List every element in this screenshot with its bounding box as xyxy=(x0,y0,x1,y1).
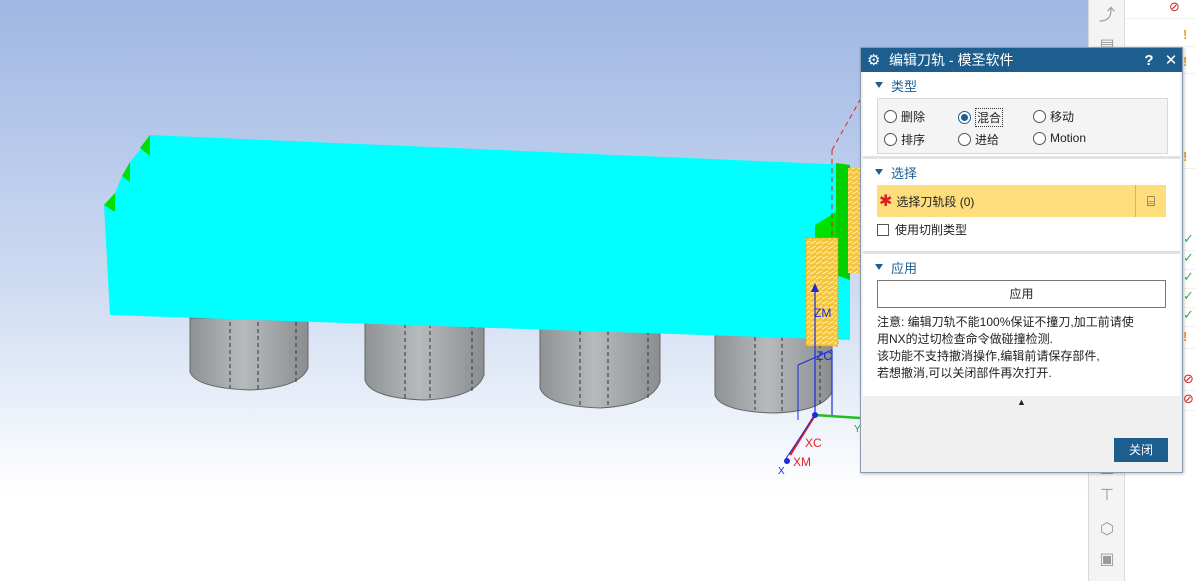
note-line: 若想撤消,可以关闭部件再次打开. xyxy=(877,366,1052,380)
note-text: 注意: 编辑刀轨不能100%保证不撞刀,加工前请使 用NX的过切检查命令做碰撞检… xyxy=(863,308,1180,388)
error-icon: ⊘ xyxy=(1183,371,1194,386)
part-block[interactable] xyxy=(104,135,862,347)
type-group: 类型 删除 混合 移动 排序 进给 Motion xyxy=(863,72,1180,156)
xm-axis-label: XM xyxy=(793,455,811,469)
zm-axis-label: ZM xyxy=(814,306,831,320)
close-button[interactable]: 关闭 xyxy=(1114,438,1168,462)
orient-icon[interactable]: ⤴ xyxy=(1095,4,1119,28)
note-line: 该功能不支持撤消操作,编辑前请保存部件, xyxy=(877,349,1100,363)
check-icon: ✓ xyxy=(1183,269,1194,284)
dialog-titlebar[interactable]: ⚙ 编辑刀轨 - 模圣软件 ? ✕ xyxy=(861,48,1182,72)
select-group-title: 选择 xyxy=(891,165,918,181)
tree-row[interactable]: ! xyxy=(1125,28,1195,47)
machine-icon[interactable]: ▣ xyxy=(1095,548,1119,572)
warning-icon: ! xyxy=(1183,329,1188,344)
radio-feed[interactable]: 进给 xyxy=(958,131,999,148)
apply-group: 应用 应用 注意: 编辑刀轨不能100%保证不撞刀,加工前请使 用NX的过切检查… xyxy=(863,254,1180,396)
warning-icon: ! xyxy=(1183,149,1188,164)
note-line: 注意: 编辑刀轨不能100%保证不撞刀,加工前请使 xyxy=(877,315,1134,329)
gear-icon: ⚙ xyxy=(867,52,881,69)
radio-motion[interactable]: Motion xyxy=(1033,131,1086,145)
part-icon[interactable]: ⬡ xyxy=(1095,518,1119,542)
check-icon: ✓ xyxy=(1183,307,1194,322)
tool-icon[interactable]: ⊤ xyxy=(1095,484,1119,508)
radio-mix[interactable]: 混合 xyxy=(958,108,1004,127)
use-cut-type-label: 使用切削类型 xyxy=(895,223,968,237)
warning-icon: ! xyxy=(1183,27,1188,42)
select-group: 选择 ✱ 选择刀轨段 (0) ⌸ 使用切削类型 xyxy=(863,159,1180,251)
tree-row[interactable]: ⊘ xyxy=(1125,0,1195,19)
note-line: 用NX的过切检查命令做碰撞检测. xyxy=(877,332,1054,346)
checkbox-box[interactable] xyxy=(877,223,889,236)
apply-button[interactable]: 应用 xyxy=(877,280,1166,308)
required-star-icon: ✱ xyxy=(879,193,893,210)
apply-group-header[interactable]: 应用 xyxy=(863,254,1180,280)
type-options: 删除 混合 移动 排序 进给 Motion xyxy=(877,98,1168,154)
error-icon: ⊘ xyxy=(1169,0,1180,14)
radio-delete[interactable]: 删除 xyxy=(884,108,925,125)
select-toolpath-segment[interactable]: ✱ 选择刀轨段 (0) ⌸ xyxy=(877,185,1166,217)
radio-move[interactable]: 移动 xyxy=(1033,108,1074,125)
x-axis-label: X xyxy=(778,466,785,477)
error-icon: ⊘ xyxy=(1183,391,1194,406)
dialog-title: 编辑刀轨 - 模圣软件 xyxy=(889,52,1014,68)
check-icon: ✓ xyxy=(1183,231,1194,246)
collapse-triangle-icon xyxy=(875,82,883,88)
zc-axis-label: ZC xyxy=(816,349,832,363)
check-icon: ✓ xyxy=(1183,250,1194,265)
collapse-triangle-icon xyxy=(875,169,883,175)
xc-axis-label: XC xyxy=(805,436,822,450)
radio-sort[interactable]: 排序 xyxy=(884,131,925,148)
check-icon: ✓ xyxy=(1183,288,1194,303)
dialog-close-button[interactable]: ✕ xyxy=(1160,51,1182,69)
apply-group-title: 应用 xyxy=(891,260,918,276)
select-toolpath-label: 选择刀轨段 (0) xyxy=(896,194,975,209)
warning-icon: ! xyxy=(1183,54,1188,69)
edit-toolpath-dialog: ⚙ 编辑刀轨 - 模圣软件 ? ✕ 类型 删除 混合 移动 排序 进给 Moti… xyxy=(860,47,1183,473)
type-group-title: 类型 xyxy=(891,78,918,94)
collapse-triangle-icon xyxy=(875,264,883,270)
help-button[interactable]: ? xyxy=(1138,52,1160,69)
type-group-header[interactable]: 类型 xyxy=(863,72,1180,98)
use-cut-type-checkbox[interactable]: 使用切削类型 xyxy=(877,221,1166,238)
segment-picker-icon[interactable]: ⌸ xyxy=(1135,185,1166,217)
collapse-up-icon[interactable]: ▲ xyxy=(861,396,1182,408)
select-group-header[interactable]: 选择 xyxy=(863,159,1180,185)
